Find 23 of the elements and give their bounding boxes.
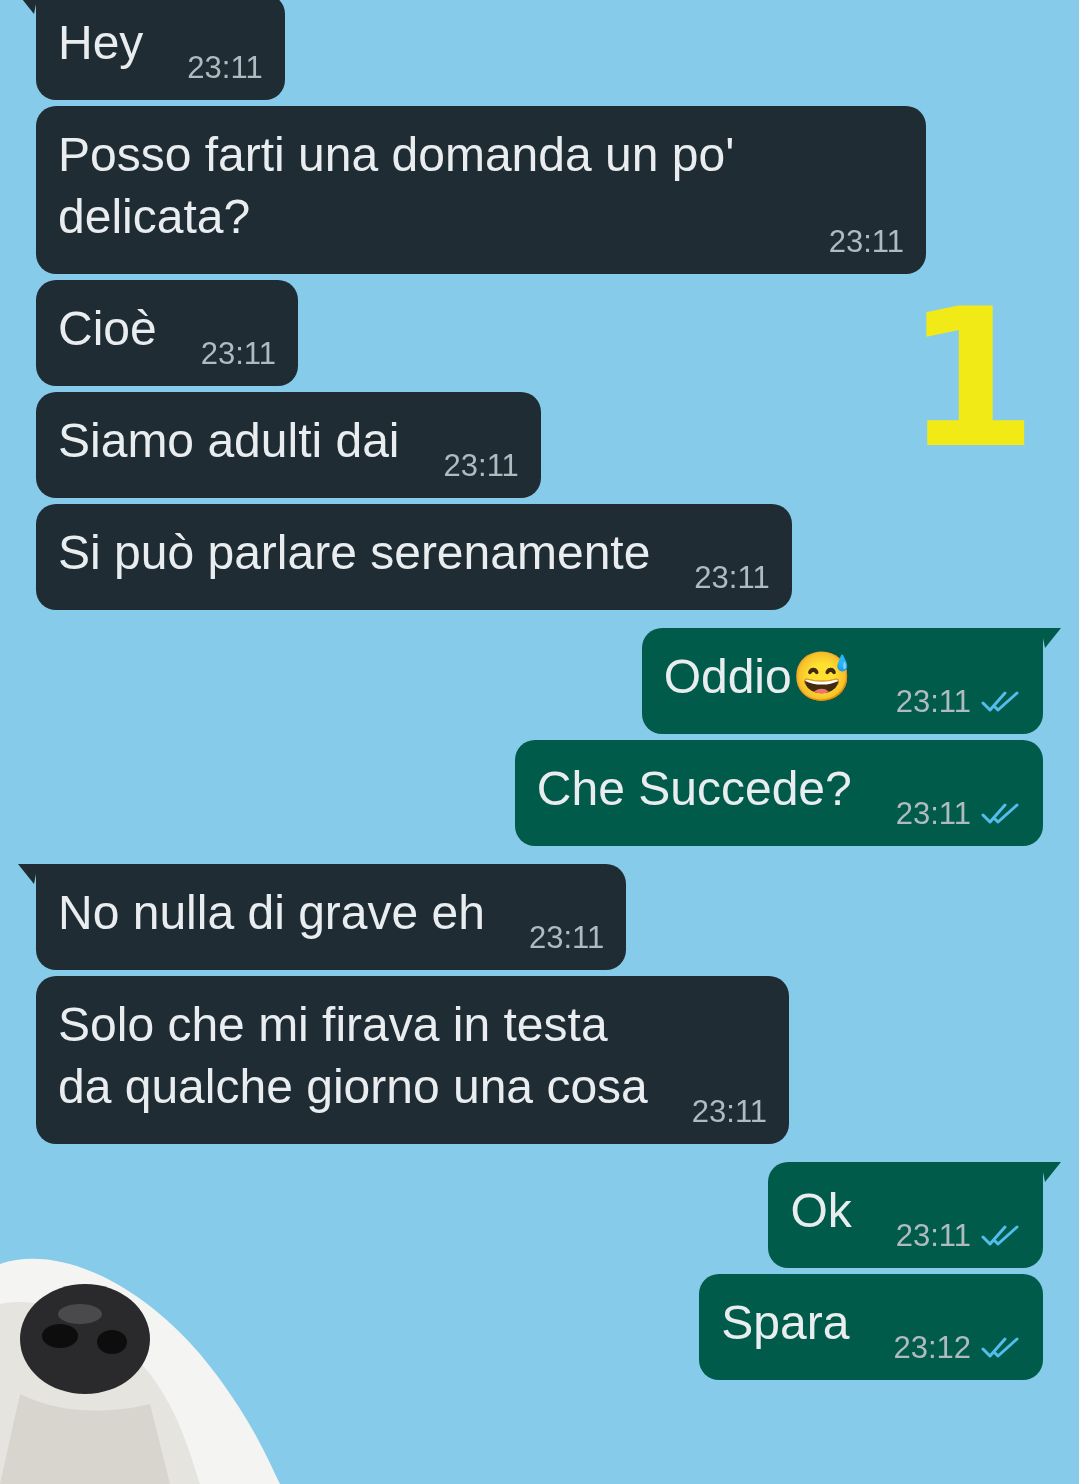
message-time: 23:11 — [895, 684, 971, 720]
message-text: Si può parlare serenamente — [58, 525, 651, 581]
annotation-mark: 1 — [905, 285, 1038, 475]
message-text: Posso farti una domanda un po' delicata? — [58, 127, 736, 245]
message-text: Ok — [790, 1183, 852, 1239]
message-time: 23:11 — [694, 560, 770, 596]
message-time: 23:12 — [893, 1330, 971, 1366]
message-time: 23:11 — [528, 920, 605, 956]
message-text: Solo che mi firava in testa da qualche giorno una cosa — [58, 997, 648, 1115]
message-time: 23:11 — [895, 796, 971, 832]
message-time: 23:11 — [443, 448, 519, 484]
message-time: 23:11 — [200, 336, 276, 372]
message-text: Cioè — [58, 301, 157, 357]
message-text: Che Succede? — [536, 761, 852, 817]
message-time: 23:11 — [187, 50, 263, 86]
message-text: Hey — [58, 15, 144, 71]
message-text: Siamo adulti dai — [58, 413, 400, 469]
message-time: 23:11 — [828, 224, 904, 260]
message-time: 23:11 — [691, 1094, 768, 1130]
message-text: No nulla di grave eh — [58, 885, 485, 941]
message-text: Oddio😅 — [663, 649, 852, 705]
message-text: Spara — [721, 1295, 850, 1351]
message-time: 23:11 — [895, 1218, 971, 1254]
